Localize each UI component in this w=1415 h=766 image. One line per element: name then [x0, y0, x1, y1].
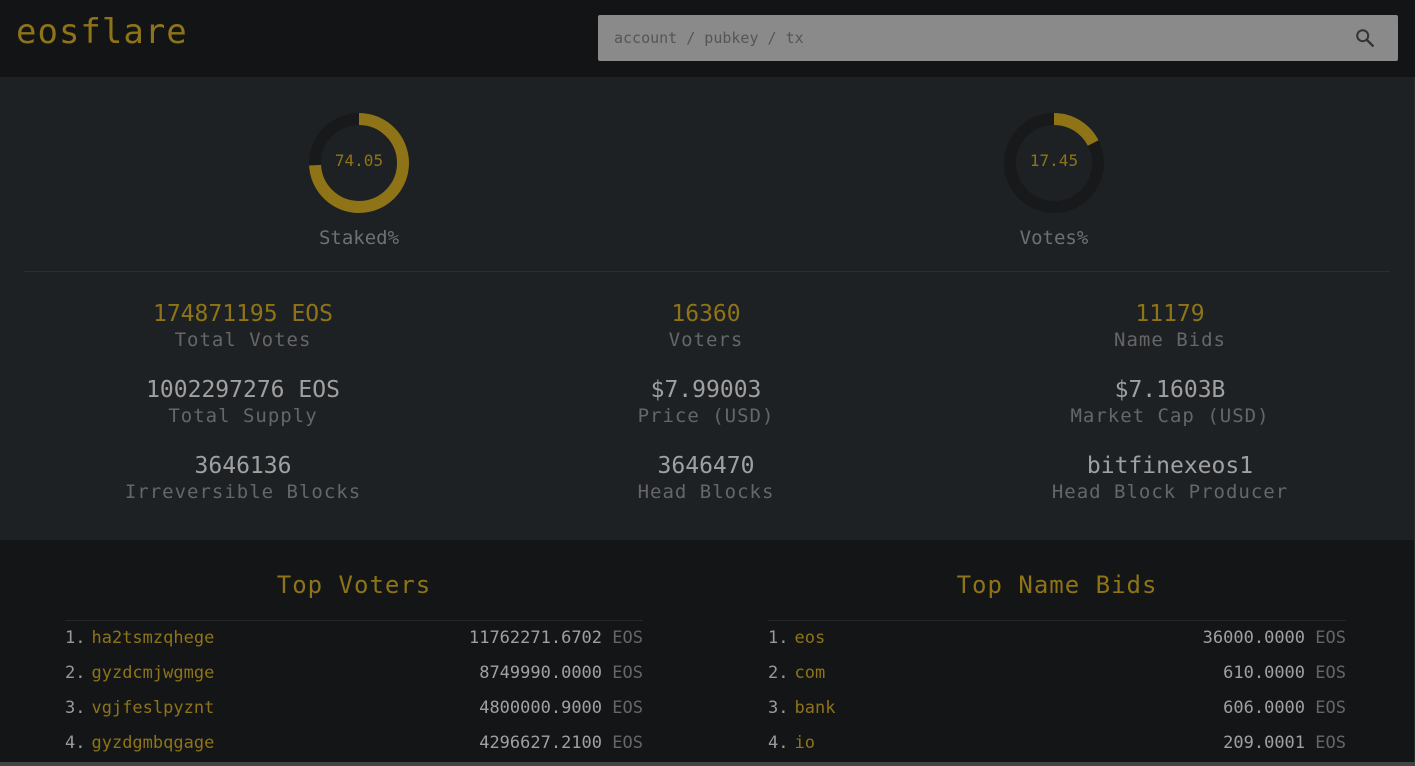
- rank: 2.: [768, 663, 789, 683]
- stats-panel: 74.05 Staked% 17.45 Votes% 174871195 EOS…: [0, 77, 1415, 540]
- stat-head-blocks: 3646470 Head Blocks: [506, 453, 906, 505]
- stat-value: $7.99003: [650, 377, 762, 403]
- rank: 1.: [768, 628, 789, 648]
- amount-value: 8749990.0000: [479, 663, 603, 683]
- amount: 209.0001 EOS: [1223, 726, 1346, 761]
- amount-unit: EOS: [1315, 733, 1346, 753]
- amount-value: 606.0000: [1223, 698, 1306, 718]
- lists-section: Top Voters 1. ha2tsmzqhege 11762271.6702 …: [0, 540, 1415, 766]
- voter-link[interactable]: ha2tsmzqhege: [91, 628, 214, 648]
- top-bar: eosflare: [0, 0, 1415, 77]
- stat-voters: 16360 Voters: [506, 301, 906, 353]
- list-item: 3. bank 606.0000 EOS: [768, 691, 1346, 726]
- stat-value: 11179: [1135, 301, 1205, 327]
- amount: 4800000.9000 EOS: [479, 691, 643, 726]
- amount-unit: EOS: [1315, 628, 1346, 648]
- amount-value: 4800000.9000: [479, 698, 603, 718]
- top-voters-list: Top Voters 1. ha2tsmzqhege 11762271.6702 …: [65, 540, 643, 761]
- stat-head-block-producer: bitfinexeos1 Head Block Producer: [970, 453, 1370, 505]
- votes-value: 17.45: [1029, 151, 1079, 170]
- divider: [24, 271, 1390, 272]
- stat-name-bids: 11179 Name Bids: [970, 301, 1370, 353]
- search-box: [598, 15, 1398, 61]
- rank: 4.: [65, 733, 86, 753]
- amount: 11762271.6702 EOS: [469, 621, 643, 656]
- list-item: 4. io 209.0001 EOS: [768, 726, 1346, 761]
- stat-irreversible-blocks: 3646136 Irreversible Blocks: [43, 453, 443, 505]
- amount-value: 11762271.6702: [468, 628, 603, 648]
- stat-market-cap: $7.1603B Market Cap (USD): [970, 377, 1370, 429]
- voter-link[interactable]: gyzdgmbqgage: [91, 733, 214, 753]
- rank: 1.: [65, 628, 86, 648]
- name-bid-link[interactable]: io: [794, 733, 814, 753]
- stat-value: 3646136: [194, 453, 292, 479]
- stat-total-votes: 174871195 EOS Total Votes: [43, 301, 443, 353]
- list-item: 3. vgjfeslpyznt 4800000.9000 EOS: [65, 691, 643, 726]
- list-item: 1. eos 36000.0000 EOS: [768, 621, 1346, 656]
- stat-value: 16360: [671, 301, 741, 327]
- top-name-bids-title: Top Name Bids: [768, 540, 1346, 621]
- name-bid-link[interactable]: com: [794, 663, 825, 683]
- top-name-bids-list: Top Name Bids 1. eos 36000.0000 EOS 2. com…: [768, 540, 1346, 761]
- amount-unit: EOS: [612, 663, 643, 683]
- amount: 36000.0000 EOS: [1203, 621, 1346, 656]
- rank: 4.: [768, 733, 789, 753]
- stat-value: 1002297276 EOS: [146, 377, 340, 403]
- list-item: 2. gyzdcmjwgmge 8749990.0000 EOS: [65, 656, 643, 691]
- stat-label: Total Votes: [174, 329, 312, 351]
- votes-gauge: 17.45 Votes%: [999, 111, 1109, 249]
- staked-value: 74.05: [334, 151, 384, 170]
- search-icon[interactable]: [1354, 27, 1376, 49]
- amount: 4296627.2100 EOS: [479, 726, 643, 761]
- stat-value: $7.1603B: [1114, 377, 1226, 403]
- stat-label: Name Bids: [1114, 329, 1226, 351]
- amount-value: 36000.0000: [1202, 628, 1306, 648]
- horizontal-scrollbar[interactable]: [0, 762, 1415, 766]
- amount-value: 4296627.2100: [479, 733, 603, 753]
- amount-unit: EOS: [612, 698, 643, 718]
- rank: 3.: [768, 698, 789, 718]
- stat-label: Market Cap (USD): [1070, 405, 1270, 427]
- stat-value: 3646470: [657, 453, 755, 479]
- name-bid-link[interactable]: bank: [794, 698, 835, 718]
- stat-label: Irreversible Blocks: [124, 481, 362, 503]
- amount-unit: EOS: [612, 628, 643, 648]
- stat-total-supply: 1002297276 EOS Total Supply: [43, 377, 443, 429]
- stat-label: Price (USD): [637, 405, 775, 427]
- votes-label: Votes%: [1019, 227, 1089, 249]
- logo[interactable]: eosflare: [16, 12, 188, 52]
- amount: 8749990.0000 EOS: [479, 656, 643, 691]
- amount: 610.0000 EOS: [1223, 656, 1346, 691]
- voter-link[interactable]: vgjfeslpyznt: [91, 698, 214, 718]
- list-item: 1. ha2tsmzqhege 11762271.6702 EOS: [65, 621, 643, 656]
- rank: 3.: [65, 698, 86, 718]
- search-input[interactable]: [598, 15, 1338, 61]
- stat-value: 174871195 EOS: [152, 301, 333, 327]
- stat-label: Total Supply: [168, 405, 318, 427]
- top-voters-title: Top Voters: [65, 540, 643, 621]
- staked-gauge: 74.05 Staked%: [304, 111, 414, 249]
- list-item: 2. com 610.0000 EOS: [768, 656, 1346, 691]
- voter-link[interactable]: gyzdcmjwgmge: [91, 663, 214, 683]
- rank: 2.: [65, 663, 86, 683]
- stat-value[interactable]: bitfinexeos1: [970, 453, 1370, 479]
- amount-unit: EOS: [1315, 698, 1346, 718]
- stat-price: $7.99003 Price (USD): [506, 377, 906, 429]
- amount-unit: EOS: [1315, 663, 1346, 683]
- list-item: 4. gyzdgmbqgage 4296627.2100 EOS: [65, 726, 643, 761]
- amount-unit: EOS: [612, 733, 643, 753]
- stat-label: Head Block Producer: [1051, 481, 1289, 503]
- amount: 606.0000 EOS: [1223, 691, 1346, 726]
- stat-label: Voters: [668, 329, 744, 351]
- stat-label: Head Blocks: [637, 481, 775, 503]
- name-bid-link[interactable]: eos: [794, 628, 825, 648]
- amount-value: 610.0000: [1223, 663, 1306, 683]
- amount-value: 209.0001: [1223, 733, 1306, 753]
- staked-label: Staked%: [318, 227, 400, 249]
